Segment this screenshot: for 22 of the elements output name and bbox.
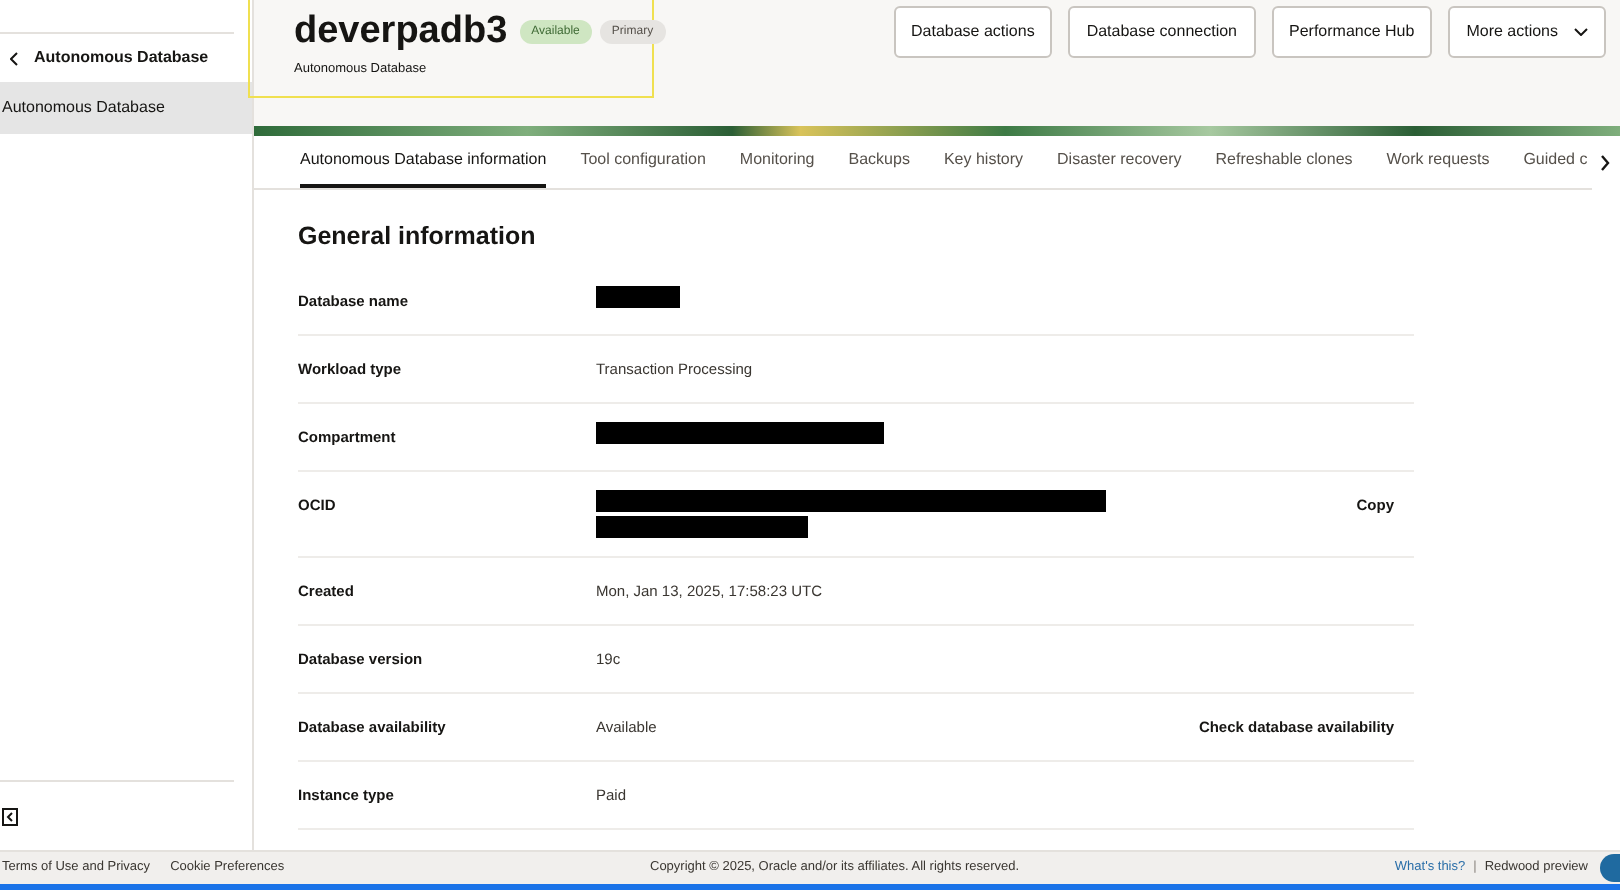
action-button[interactable]: Performance Hub (1271, 6, 1433, 58)
action-button[interactable]: Database connection (1068, 6, 1255, 58)
tab[interactable]: Disaster recovery (1057, 136, 1182, 188)
tab[interactable]: Autonomous Database information (300, 136, 547, 188)
tab[interactable]: Work requests (1386, 136, 1490, 188)
toggle-switch[interactable] (1600, 854, 1620, 882)
page-title: deverpadb3 (294, 8, 508, 56)
tab[interactable]: Key history (943, 136, 1024, 188)
tab[interactable]: Guided c (1523, 136, 1588, 188)
chevron-left-icon (10, 51, 18, 65)
action-button[interactable]: Database actions (893, 6, 1053, 58)
tab[interactable]: Refreshable clones (1215, 136, 1353, 188)
sidebar-item[interactable]: Autonomous Database (0, 82, 252, 134)
redaction-bar (596, 285, 680, 308)
chevron-down-icon (1574, 28, 1588, 36)
tab[interactable]: Tool configuration (580, 136, 706, 188)
more-actions-button[interactable]: More actions (1448, 6, 1606, 58)
tab[interactable]: Monitoring (739, 136, 815, 188)
collapse-panel-icon[interactable] (2, 807, 18, 825)
section-heading: General information (298, 220, 538, 254)
tab[interactable]: Backups (848, 136, 910, 188)
back-link[interactable]: Autonomous Database (10, 46, 209, 70)
